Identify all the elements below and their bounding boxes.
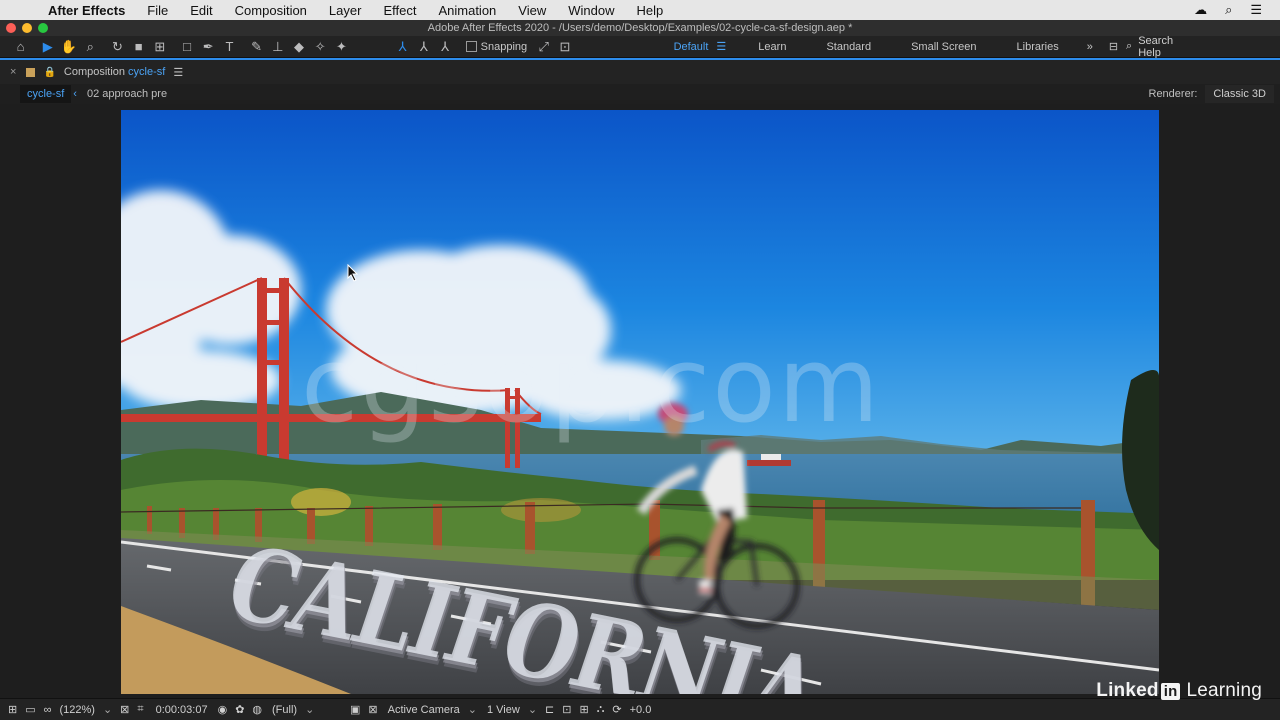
type-tool-icon[interactable]: T — [219, 38, 240, 56]
window-title: Adobe After Effects 2020 - /Users/demo/D… — [427, 22, 853, 34]
composition-navigator: cycle-sf ‹ 02 approach pre Renderer: Cla… — [0, 84, 1280, 104]
logo-linked: Linked — [1096, 680, 1159, 701]
mac-menu-bar: After Effects File Edit Composition Laye… — [0, 0, 1280, 20]
snapping-checkbox[interactable] — [465, 41, 477, 52]
search-icon: ⌕ — [1126, 40, 1133, 52]
menu-view[interactable]: View — [507, 3, 557, 18]
pen-tool-icon[interactable]: ✒ — [198, 38, 219, 56]
toggle-pixel-aspect-icon[interactable]: ⊏ — [545, 703, 554, 716]
workspace-menu-icon[interactable]: ☰ — [716, 40, 738, 53]
panel-menu-icon[interactable]: ☰ — [173, 66, 183, 79]
workspace-libraries[interactable]: Libraries — [997, 41, 1079, 53]
mask-visibility-icon[interactable]: ∞ — [44, 704, 52, 716]
notification-center-icon[interactable]: ☰ — [1250, 2, 1262, 18]
transparency-grid-icon[interactable]: ⊠ — [368, 703, 377, 716]
zoom-tool-icon[interactable]: ⌕ — [80, 38, 101, 56]
close-window-button[interactable] — [6, 23, 16, 33]
region-of-interest-icon[interactable]: ⌗ — [137, 703, 143, 716]
panel-label: Composition — [63, 66, 126, 78]
home-icon[interactable]: ⌂ — [10, 38, 31, 56]
roto-brush-tool-icon[interactable]: ✧ — [310, 38, 331, 56]
menu-window[interactable]: Window — [557, 3, 625, 18]
label-color-swatch — [26, 67, 36, 77]
window-title-bar: Adobe After Effects 2020 - /Users/demo/D… — [0, 20, 1280, 36]
rotation-tool-icon[interactable]: ↻ — [107, 38, 128, 56]
snapshot-icon[interactable]: ◉ — [218, 703, 228, 716]
brush-tool-icon[interactable]: ✎ — [246, 38, 267, 56]
camera-view-select[interactable]: Active Camera — [388, 703, 477, 716]
breadcrumb-current[interactable]: cycle-sf — [20, 85, 72, 103]
grid-guides-icon[interactable]: ⊠ — [120, 703, 129, 716]
draft-3d-icon[interactable]: ⊡ — [562, 703, 571, 716]
reset-exposure-icon[interactable]: ⟳ — [612, 703, 621, 716]
snapping-label: Snapping — [480, 40, 528, 53]
pan-behind-tool-icon[interactable]: ⊞ — [149, 38, 170, 56]
local-axis-mode-icon[interactable]: ⅄ — [392, 38, 413, 56]
composition-panel-tab[interactable]: × 🔒 Composition cycle-sf ☰ — [0, 58, 1280, 84]
spotlight-search-icon[interactable]: ⌕ — [1225, 2, 1232, 18]
workspace-switcher: Default ☰ Learn Standard Small Screen Li… — [654, 40, 1126, 54]
composition-frame[interactable]: CALIFORNIA cgsop.com — [121, 110, 1159, 694]
zoom-window-button[interactable] — [38, 23, 48, 33]
workspace-learn[interactable]: Learn — [738, 41, 806, 53]
tools-panel: ⌂ ▶ ✋ ⌕ ↻ ■ ⊞ □ ✒ T ✎ ⊥ ◆ ✧ ✦ ⅄ ⅄ ⅄ Snap… — [0, 35, 1280, 59]
menu-layer[interactable]: Layer — [318, 3, 373, 18]
timeline-icon[interactable]: ⛬ — [597, 703, 605, 716]
minimize-window-button[interactable] — [22, 23, 32, 33]
logo-learning: Learning — [1186, 680, 1262, 701]
composition-name: cycle-sf — [128, 66, 166, 78]
menu-app-name[interactable]: After Effects — [44, 3, 136, 18]
more-workspaces-icon[interactable]: » — [1079, 41, 1101, 53]
renderer-label: Renderer: — [1148, 88, 1198, 100]
magnification-select[interactable]: (122%) — [59, 703, 112, 716]
rectangle-tool-icon[interactable]: □ — [176, 38, 197, 56]
snap-features-icon[interactable]: ⊡ — [554, 38, 575, 56]
monitor-icon[interactable]: ▭ — [25, 703, 35, 716]
workspace-default[interactable]: Default — [654, 41, 717, 53]
current-time[interactable]: 0:00:03:07 — [156, 704, 208, 716]
camera-tool-icon[interactable]: ■ — [128, 38, 149, 56]
puppet-tool-icon[interactable]: ✦ — [331, 38, 352, 56]
view-layout-select[interactable]: 1 View — [487, 703, 537, 716]
color-channel-icon[interactable]: ◍ — [252, 703, 262, 716]
snap-edges-icon[interactable]: ⤢ — [533, 38, 554, 56]
breadcrumb-previous[interactable]: 02 approach pre — [87, 88, 167, 100]
menu-file[interactable]: File — [136, 3, 179, 18]
chevron-left-icon: ‹ — [73, 88, 77, 100]
creative-cloud-icon[interactable]: ☁ — [1194, 2, 1207, 18]
menu-edit[interactable]: Edit — [179, 3, 223, 18]
menu-animation[interactable]: Animation — [427, 3, 507, 18]
search-help[interactable]: ⌕ Search Help — [1126, 35, 1280, 59]
hand-tool-icon[interactable]: ✋ — [58, 38, 79, 56]
snapping-toggle[interactable]: Snapping — [465, 40, 528, 53]
viewer-controls-bar: ⊞ ▭ ∞ (122%) ⊠ ⌗ 0:00:03:07 ◉ ✿ ◍ (Full)… — [0, 698, 1280, 720]
search-help-label: Search Help — [1138, 34, 1174, 59]
renderer-select[interactable]: Classic 3D — [1205, 85, 1274, 103]
edit-workspaces-icon[interactable]: ⊟ — [1101, 40, 1126, 53]
composition-viewer[interactable]: CALIFORNIA cgsop.com — [0, 104, 1280, 698]
view-axis-mode-icon[interactable]: ⅄ — [434, 38, 455, 56]
exposure-value[interactable]: +0.0 — [630, 704, 652, 716]
flowchart-icon[interactable]: ⊞ — [579, 703, 588, 716]
workspace-standard[interactable]: Standard — [806, 41, 891, 53]
fast-previews-icon[interactable]: ▣ — [350, 703, 360, 716]
resolution-select[interactable]: (Full) — [272, 703, 342, 716]
close-panel-icon[interactable]: × — [10, 66, 16, 78]
menu-composition[interactable]: Composition — [224, 3, 318, 18]
always-preview-icon[interactable]: ⊞ — [8, 703, 17, 716]
logo-in-box: in — [1160, 682, 1181, 700]
clone-stamp-tool-icon[interactable]: ⊥ — [267, 38, 288, 56]
workspace-small-screen[interactable]: Small Screen — [891, 41, 996, 53]
selection-tool-icon[interactable]: ▶ — [37, 38, 58, 56]
lock-icon[interactable]: 🔒 — [43, 67, 55, 78]
cgsop-watermark: cgsop.com — [301, 324, 882, 446]
mouse-cursor-icon — [347, 264, 359, 282]
linkedin-learning-logo: Linked in Learning — [1096, 680, 1262, 702]
show-snapshot-icon[interactable]: ✿ — [235, 703, 244, 716]
eraser-tool-icon[interactable]: ◆ — [288, 38, 309, 56]
menu-effect[interactable]: Effect — [372, 3, 427, 18]
world-axis-mode-icon[interactable]: ⅄ — [413, 38, 434, 56]
menu-help[interactable]: Help — [625, 3, 674, 18]
